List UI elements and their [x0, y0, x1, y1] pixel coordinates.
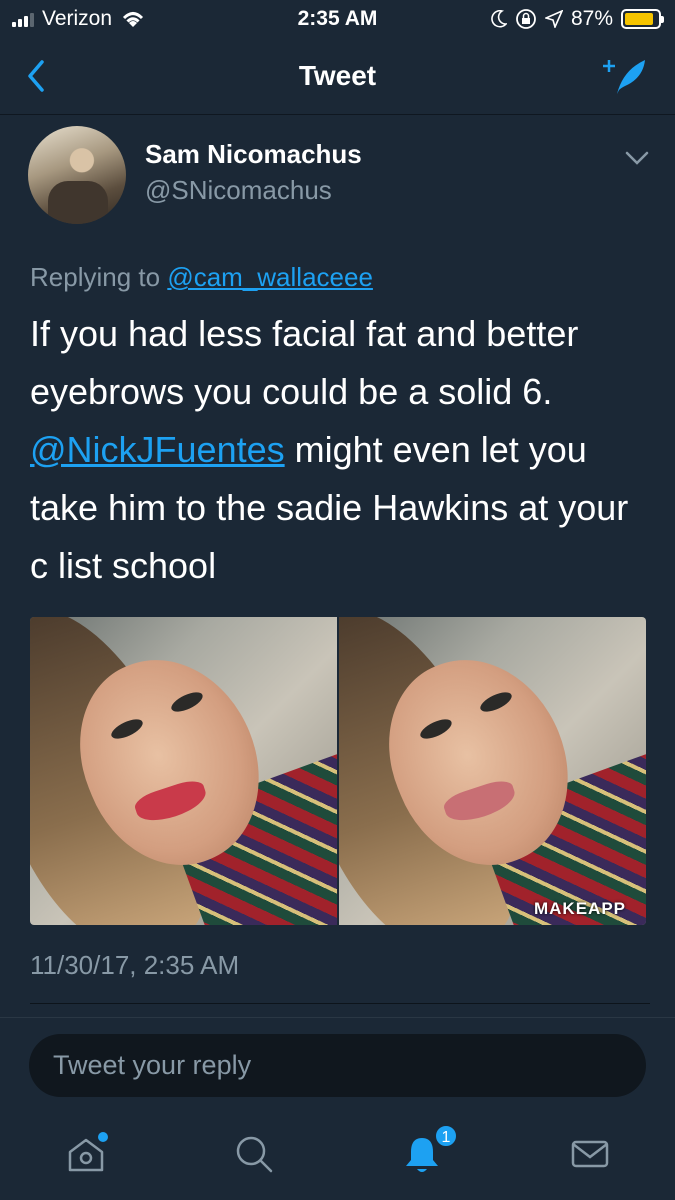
author-handle[interactable]: @SNicomachus [145, 175, 332, 206]
battery-fill [625, 13, 653, 25]
nav-bar: Tweet [0, 38, 675, 115]
location-icon [544, 10, 563, 28]
tab-messages[interactable] [568, 1132, 612, 1176]
chevron-down-icon[interactable] [625, 150, 649, 166]
replying-prefix: Replying to [30, 262, 161, 292]
divider [30, 1003, 650, 1004]
notification-badge: 1 [434, 1124, 458, 1148]
author-display-name[interactable]: Sam Nicomachus [145, 139, 362, 170]
tab-search[interactable] [232, 1132, 276, 1176]
status-bar: Verizon 2:35 AM 87% [0, 0, 675, 38]
mention-link[interactable]: @NickJFuentes [30, 429, 285, 470]
tab-notifications[interactable]: 1 [400, 1124, 458, 1176]
page-title: Tweet [298, 60, 377, 91]
divider [0, 1017, 675, 1018]
tweet-text: If you had less facial fat and better ey… [30, 305, 650, 595]
home-unread-dot [98, 1132, 108, 1142]
replying-to-link[interactable]: @cam_wallaceee [167, 262, 373, 292]
moon-icon [491, 10, 507, 28]
tweet-media[interactable]: MAKEAPP [30, 617, 646, 925]
orientation-lock-icon [516, 9, 536, 29]
reply-input[interactable] [29, 1034, 646, 1097]
battery-icon [621, 9, 664, 29]
tweet-photo-right[interactable]: MAKEAPP [339, 617, 646, 925]
battery-percent: 87% [570, 7, 613, 30]
makeapp-watermark: MAKEAPP [533, 899, 626, 918]
tab-bar: 1 [0, 1110, 675, 1200]
compose-tweet-icon[interactable] [603, 56, 647, 96]
mail-icon [571, 1140, 609, 1168]
tweet-photo-left[interactable] [30, 617, 337, 925]
tweet-timestamp: 11/30/17, 2:35 AM [30, 950, 240, 980]
avatar-figure [48, 181, 108, 224]
tab-home[interactable] [64, 1132, 108, 1176]
avatar[interactable] [28, 126, 126, 224]
tweet-text-part1: If you had less facial fat and better ey… [30, 313, 579, 412]
status-right: 87% [491, 7, 664, 31]
replying-to: Replying to @cam_wallaceee [30, 262, 373, 293]
search-icon [236, 1136, 273, 1173]
